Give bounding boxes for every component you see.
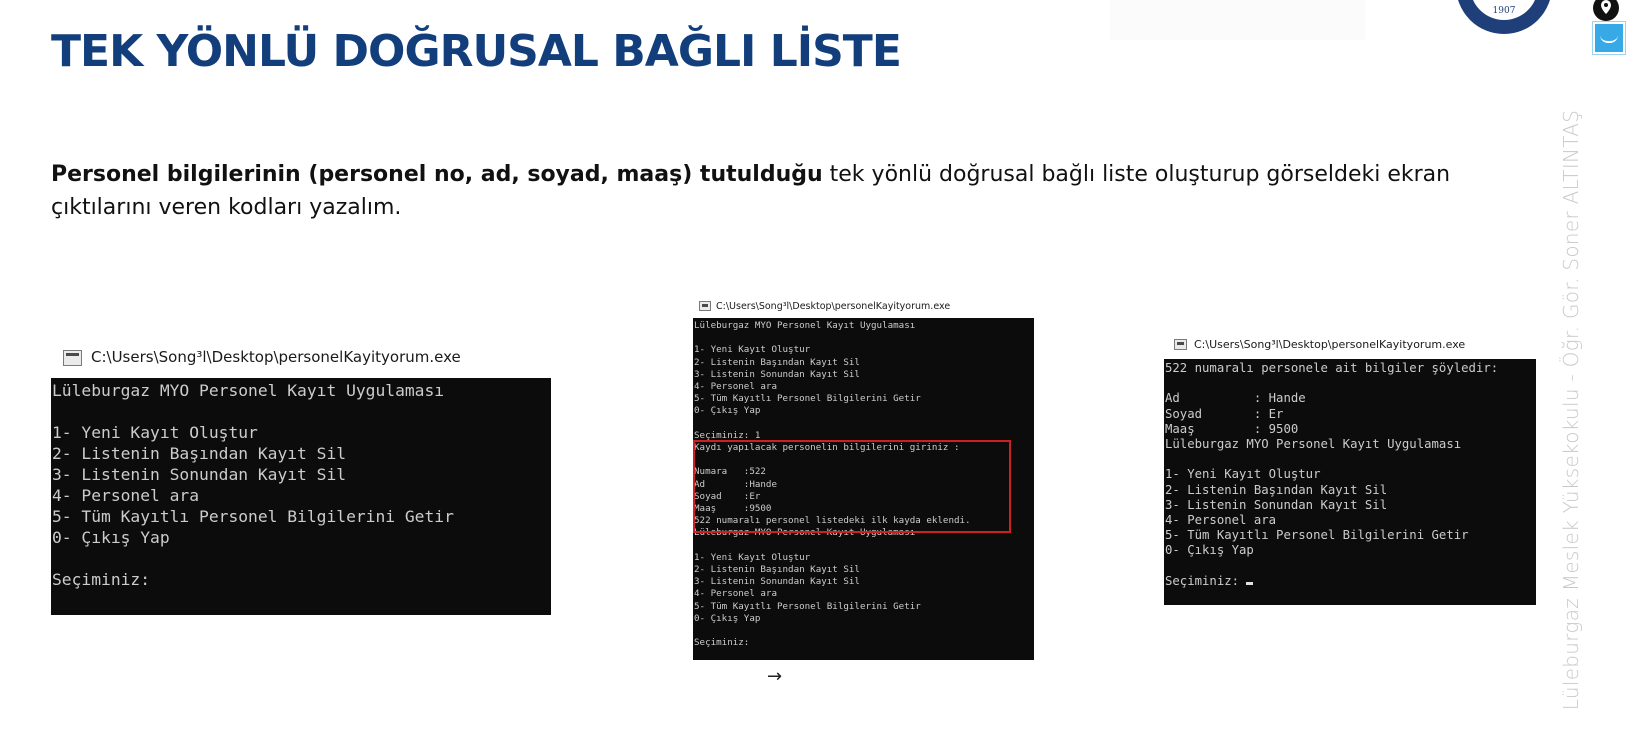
console-line: 5- Tüm Kayıtlı Personel Bilgilerini Geti…	[52, 507, 454, 526]
pin-icon[interactable]	[1592, 0, 1620, 22]
console-line: 5- Tüm Kayıtlı Personel Bilgilerini Geti…	[694, 600, 921, 612]
window-title: C:\Users\Song³l\Desktop\personelKayityor…	[91, 348, 461, 366]
description-bold: Personel bilgilerinin (personel no, ad, …	[51, 162, 823, 187]
console-line: 2- Listenin Başından Kayıt Sil	[694, 564, 860, 576]
highlight-box	[693, 440, 1011, 533]
console-line: 3- Listenin Sonundan Kayıt Sil	[1165, 497, 1388, 512]
arrow-right-icon[interactable]: →	[767, 668, 782, 686]
console-output: Lüleburgaz MYO Personel Kayıt Uygulaması…	[51, 378, 551, 615]
slide-description: Personel bilgilerinin (personel no, ad, …	[51, 158, 1511, 224]
console-window-icon	[1174, 339, 1187, 350]
console-line: 1- Yeni Kayıt Oluştur	[694, 344, 811, 356]
console-line: 4- Personel ara	[52, 486, 200, 505]
console-line: Seçiminiz:	[694, 637, 750, 649]
text-cursor	[1246, 581, 1254, 585]
console-line: 0- Çıkış Yap	[52, 528, 170, 547]
window-titlebar: C:\Users\Song³l\Desktop\personelKayityor…	[693, 296, 1034, 318]
note-icon[interactable]	[1593, 22, 1625, 54]
console-line: Lüleburgaz MYO Personel Kayıt Uygulaması	[694, 320, 916, 331]
console-line: 4- Personel ara	[1165, 513, 1277, 528]
window-title: C:\Users\Song³l\Desktop\personelKayityor…	[716, 301, 951, 312]
window-titlebar: C:\Users\Song³l\Desktop\personelKayityor…	[51, 337, 551, 378]
console-line: 4- Personel ara	[694, 588, 777, 600]
console-line: Lüleburgaz MYO Personel Kayıt Uygulaması	[52, 381, 445, 400]
console-window-1: C:\Users\Song³l\Desktop\personelKayityor…	[51, 337, 551, 615]
console-line: Ad : Hande	[1165, 391, 1306, 406]
console-line: 2- Listenin Başından Kayıt Sil	[694, 356, 860, 368]
console-line: Seçiminiz:	[1165, 574, 1536, 589]
side-footer-text: Lüleburgaz Meslek Yüksekokulu - Öğr. Gör…	[1559, 109, 1583, 711]
console-line: 1- Yeni Kayıt Oluştur	[1165, 467, 1321, 482]
console-line: 2- Listenin Başından Kayıt Sil	[52, 444, 347, 463]
console-line: Lüleburgaz MYO Personel Kayıt Uygulaması	[1165, 437, 1462, 452]
console-line: 1- Yeni Kayıt Oluştur	[694, 551, 811, 563]
console-line: 4- Personel ara	[694, 381, 777, 393]
console-line: 5- Tüm Kayıtlı Personel Bilgilerini Geti…	[694, 393, 921, 405]
console-line: 1- Yeni Kayıt Oluştur	[52, 423, 258, 442]
console-window-3: C:\Users\Song³l\Desktop\personelKayityor…	[1164, 331, 1536, 605]
university-logo: 1907	[1456, 0, 1552, 34]
console-line: 3- Listenin Sonundan Kayıt Sil	[694, 576, 860, 588]
console-line: 5- Tüm Kayıtlı Personel Bilgilerini Geti…	[1165, 528, 1469, 543]
console-line: 0- Çıkış Yap	[1165, 543, 1254, 558]
console-line: 522 numaralı personele ait bilgiler şöyl…	[1165, 361, 1499, 375]
console-window-icon	[699, 301, 711, 311]
logo-text: 1907	[1470, 0, 1538, 20]
console-line: Maaş : 9500	[1165, 421, 1299, 436]
console-line: 0- Çıkış Yap	[694, 612, 761, 624]
console-line: Seçiminiz:	[52, 570, 151, 589]
window-titlebar: C:\Users\Song³l\Desktop\personelKayityor…	[1164, 331, 1536, 359]
console-line: Soyad : Er	[1165, 406, 1284, 421]
console-window-icon	[63, 350, 82, 366]
faint-header-box	[1110, 0, 1365, 40]
console-output: 522 numaralı personele ait bilgiler şöyl…	[1164, 359, 1536, 605]
console-line: 2- Listenin Başından Kayıt Sil	[1165, 482, 1388, 497]
console-line: 3- Listenin Sonundan Kayıt Sil	[52, 465, 347, 484]
page-title: TEK YÖNLÜ DOĞRUSAL BAĞLI LİSTE	[51, 26, 902, 77]
console-line: 0- Çıkış Yap	[694, 405, 761, 417]
window-title: C:\Users\Song³l\Desktop\personelKayityor…	[1194, 338, 1466, 351]
console-line: 3- Listenin Sonundan Kayıt Sil	[694, 368, 860, 380]
